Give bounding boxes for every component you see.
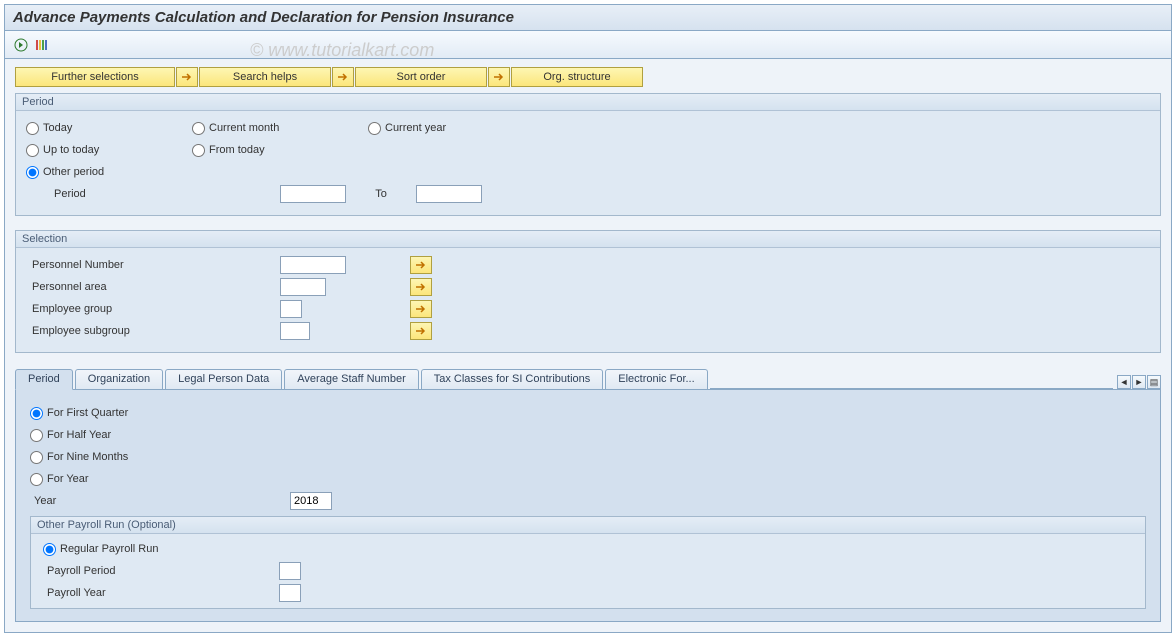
radio-half-year-label: For Half Year bbox=[47, 429, 111, 441]
period-to-input[interactable] bbox=[416, 185, 482, 203]
payroll-year-label: Payroll Year bbox=[43, 587, 279, 599]
employee-subgroup-multiple-icon[interactable] bbox=[410, 322, 432, 340]
radio-from-today[interactable]: From today bbox=[192, 144, 368, 157]
payroll-year-input[interactable] bbox=[279, 584, 301, 602]
radio-other-period[interactable]: Other period bbox=[26, 166, 192, 179]
period-from-input[interactable] bbox=[280, 185, 346, 203]
selection-group-title: Selection bbox=[16, 231, 1160, 248]
radio-today[interactable]: Today bbox=[26, 122, 192, 135]
tab-electronic-form[interactable]: Electronic For... bbox=[605, 369, 707, 389]
tab-organization[interactable]: Organization bbox=[75, 369, 163, 389]
radio-regular-payroll-run-label: Regular Payroll Run bbox=[60, 543, 158, 555]
personnel-area-input[interactable] bbox=[280, 278, 326, 296]
radio-for-year[interactable]: For Year bbox=[30, 473, 89, 486]
year-input[interactable] bbox=[290, 492, 332, 510]
variant-icon[interactable] bbox=[35, 37, 51, 53]
arrow-sort-order-icon[interactable] bbox=[332, 67, 354, 87]
personnel-area-label: Personnel area bbox=[26, 281, 280, 293]
search-helps-button[interactable]: Search helps bbox=[199, 67, 331, 87]
execute-icon[interactable] bbox=[13, 37, 29, 53]
tab-average-staff-number[interactable]: Average Staff Number bbox=[284, 369, 418, 389]
radio-current-month-label: Current month bbox=[209, 122, 279, 134]
tab-period-content: For First Quarter For Half Year For Nine… bbox=[15, 389, 1161, 622]
tab-nav: ◄ ► ▤ bbox=[1117, 375, 1161, 389]
radio-nine-months-label: For Nine Months bbox=[47, 451, 128, 463]
employee-subgroup-label: Employee subgroup bbox=[26, 325, 280, 337]
payroll-period-input[interactable] bbox=[279, 562, 301, 580]
radio-from-today-label: From today bbox=[209, 144, 265, 156]
radio-other-period-label: Other period bbox=[43, 166, 104, 178]
arrow-org-structure-icon[interactable] bbox=[488, 67, 510, 87]
period-label: Period bbox=[26, 188, 280, 200]
tabstrip-container: Period Organization Legal Person Data Av… bbox=[15, 367, 1161, 622]
app-toolbar bbox=[5, 31, 1171, 59]
period-group: Period Today Current month Current year … bbox=[15, 93, 1161, 216]
page-title: Advance Payments Calculation and Declara… bbox=[5, 5, 1171, 31]
radio-first-quarter[interactable]: For First Quarter bbox=[30, 407, 128, 420]
personnel-number-input[interactable] bbox=[280, 256, 346, 274]
personnel-number-label: Personnel Number bbox=[26, 259, 280, 271]
personnel-number-multiple-icon[interactable] bbox=[410, 256, 432, 274]
tab-period[interactable]: Period bbox=[15, 369, 73, 390]
other-payroll-run-group: Other Payroll Run (Optional) Regular Pay… bbox=[30, 516, 1146, 609]
arrow-search-helps-icon[interactable] bbox=[176, 67, 198, 87]
radio-today-label: Today bbox=[43, 122, 72, 134]
employee-group-input[interactable] bbox=[280, 300, 302, 318]
radio-current-year-label: Current year bbox=[385, 122, 446, 134]
radio-half-year[interactable]: For Half Year bbox=[30, 429, 111, 442]
radio-for-year-label: For Year bbox=[47, 473, 89, 485]
org-structure-button[interactable]: Org. structure bbox=[511, 67, 643, 87]
selection-buttons-row: Further selections Search helps Sort ord… bbox=[15, 67, 1161, 87]
radio-up-to-today[interactable]: Up to today bbox=[26, 144, 192, 157]
radio-current-month[interactable]: Current month bbox=[192, 122, 368, 135]
tab-legal-person-data[interactable]: Legal Person Data bbox=[165, 369, 282, 389]
period-to-label: To bbox=[346, 188, 416, 200]
radio-up-to-today-label: Up to today bbox=[43, 144, 99, 156]
further-selections-button[interactable]: Further selections bbox=[15, 67, 175, 87]
employee-group-multiple-icon[interactable] bbox=[410, 300, 432, 318]
tabstrip: Period Organization Legal Person Data Av… bbox=[15, 367, 1161, 389]
other-payroll-run-title: Other Payroll Run (Optional) bbox=[31, 517, 1145, 534]
personnel-area-multiple-icon[interactable] bbox=[410, 278, 432, 296]
year-label: Year bbox=[30, 495, 290, 507]
payroll-period-label: Payroll Period bbox=[43, 565, 279, 577]
employee-group-label: Employee group bbox=[26, 303, 280, 315]
tab-nav-right-icon[interactable]: ► bbox=[1132, 375, 1146, 389]
tab-tax-classes[interactable]: Tax Classes for SI Contributions bbox=[421, 369, 604, 389]
radio-first-quarter-label: For First Quarter bbox=[47, 407, 128, 419]
employee-subgroup-input[interactable] bbox=[280, 322, 310, 340]
radio-regular-payroll-run[interactable]: Regular Payroll Run bbox=[43, 543, 158, 556]
radio-nine-months[interactable]: For Nine Months bbox=[30, 451, 128, 464]
tab-nav-list-icon[interactable]: ▤ bbox=[1147, 375, 1161, 389]
period-group-title: Period bbox=[16, 94, 1160, 111]
radio-current-year[interactable]: Current year bbox=[368, 122, 508, 135]
sort-order-button[interactable]: Sort order bbox=[355, 67, 487, 87]
selection-group: Selection Personnel Number Personnel are… bbox=[15, 230, 1161, 353]
tab-nav-left-icon[interactable]: ◄ bbox=[1117, 375, 1131, 389]
